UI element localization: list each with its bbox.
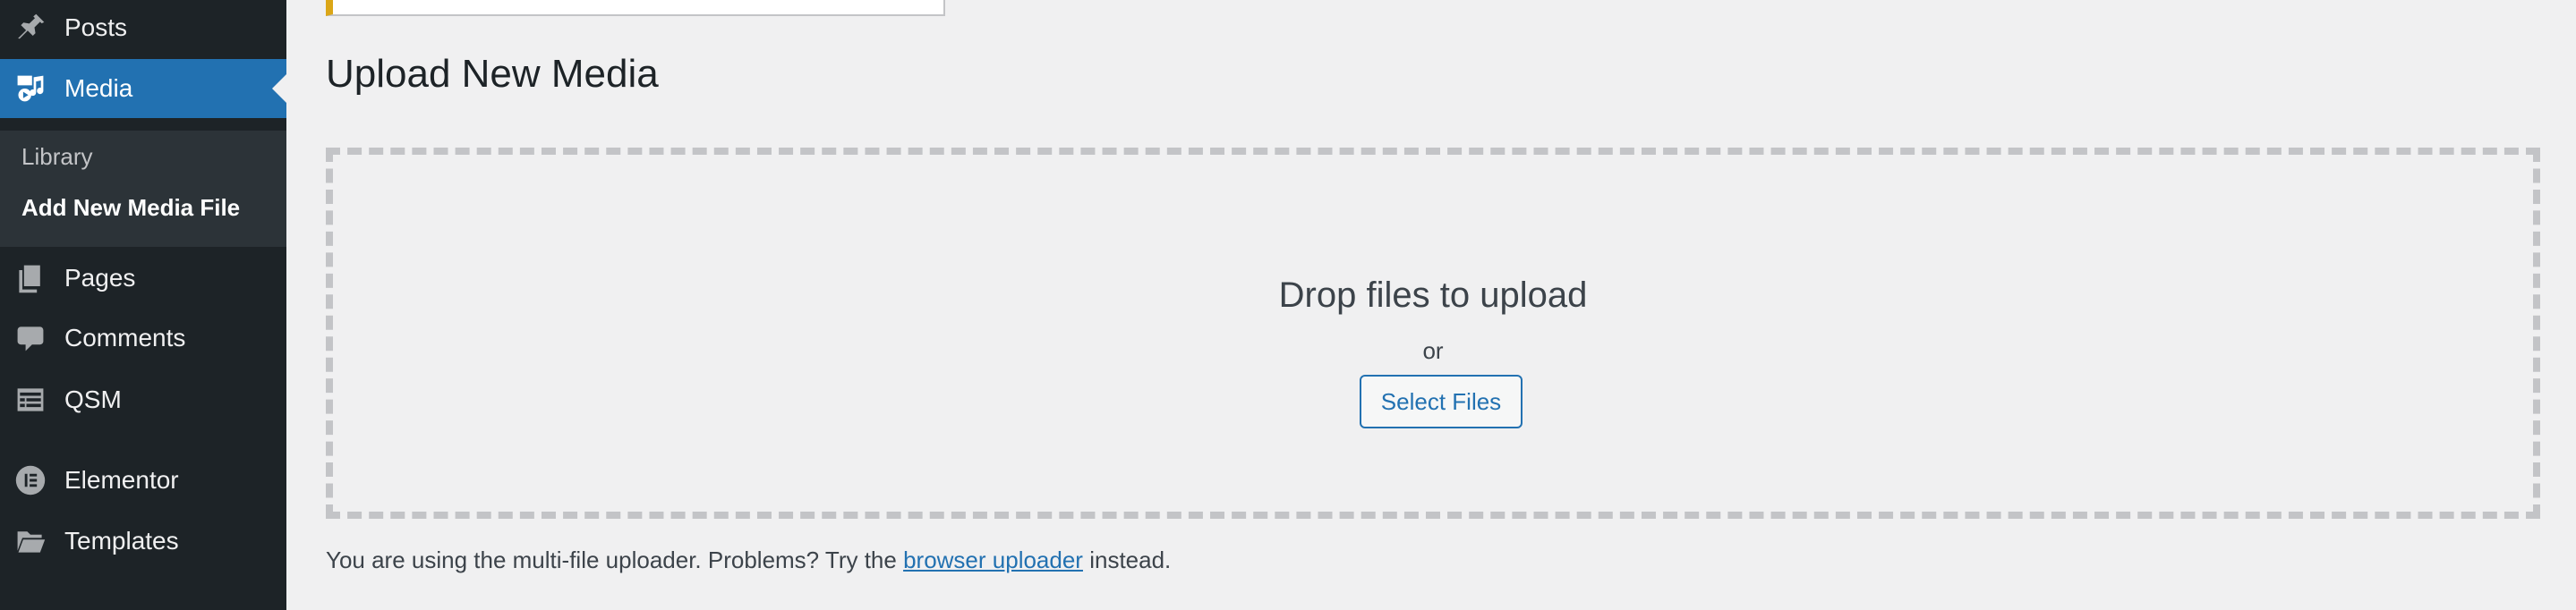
pushpin-icon (14, 12, 47, 44)
submenu-item-library[interactable]: Library (21, 143, 92, 171)
browser-uploader-link[interactable]: browser uploader (903, 546, 1083, 573)
media-icon (14, 72, 47, 105)
drop-zone[interactable]: Drop files to upload or Select Files (326, 148, 2540, 519)
pages-icon (14, 262, 47, 294)
sidebar-item-elementor[interactable]: Elementor (0, 453, 286, 508)
page-title: Upload New Media (326, 52, 659, 96)
sidebar-item-label: Media (64, 74, 133, 102)
admin-sidebar: Posts Media Library Add New Media File P… (0, 0, 286, 610)
sidebar-item-media[interactable]: Media (0, 59, 286, 118)
select-files-button[interactable]: Select Files (1360, 375, 1523, 428)
sidebar-item-comments[interactable]: Comments (0, 310, 286, 366)
list-view-icon (14, 384, 47, 416)
elementor-icon (14, 464, 47, 496)
sidebar-item-label: Pages (64, 264, 136, 292)
sidebar-item-posts[interactable]: Posts (0, 0, 286, 55)
sidebar-item-label: Elementor (64, 466, 179, 494)
media-submenu: Library Add New Media File (0, 131, 286, 247)
sidebar-item-pages[interactable]: Pages (0, 250, 286, 306)
sidebar-item-label: Templates (64, 527, 179, 555)
or-separator: or (1422, 337, 1444, 364)
sidebar-item-qsm[interactable]: QSM (0, 372, 286, 428)
submenu-item-add-new-media-file[interactable]: Add New Media File (21, 194, 240, 222)
admin-notice (326, 0, 945, 16)
comment-icon (14, 322, 47, 354)
drop-files-heading: Drop files to upload (1278, 275, 1588, 315)
uploader-note-suffix: instead. (1089, 546, 1172, 573)
sidebar-item-label: Comments (64, 324, 186, 352)
sidebar-item-templates[interactable]: Templates (0, 513, 286, 569)
folder-icon (14, 525, 47, 557)
uploader-note: You are using the multi-file uploader. P… (326, 546, 1171, 574)
uploader-note-prefix: You are using the multi-file uploader. P… (326, 546, 897, 573)
sidebar-item-label: Posts (64, 13, 128, 41)
sidebar-item-label: QSM (64, 385, 122, 413)
